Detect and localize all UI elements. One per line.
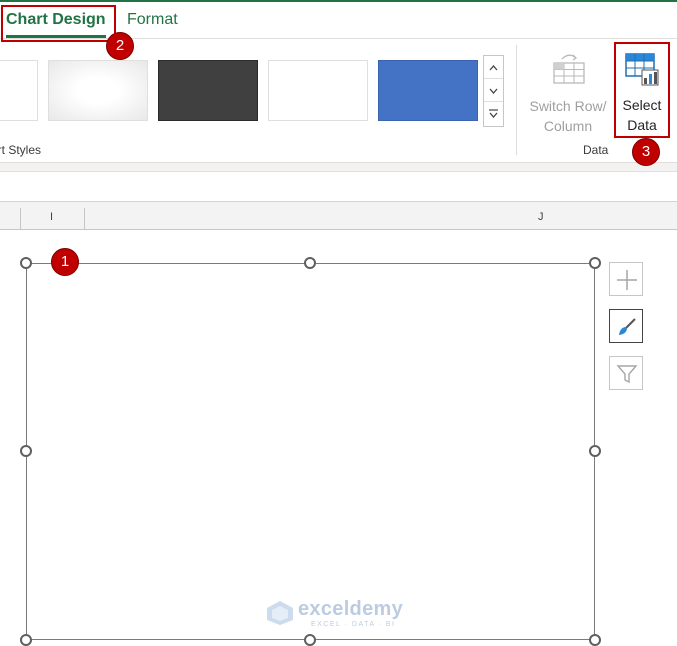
plus-icon <box>617 270 637 290</box>
column-separator[interactable] <box>84 208 85 230</box>
formula-bar[interactable] <box>0 172 677 202</box>
select-data-label-2: Data <box>627 117 657 133</box>
more-dropdown-icon <box>489 109 498 118</box>
step-badge-1: 1 <box>51 248 79 276</box>
resize-handle-bottom-left[interactable] <box>20 634 32 646</box>
resize-handle-left[interactable] <box>20 445 32 457</box>
column-separator[interactable] <box>20 208 21 230</box>
gallery-more-button[interactable] <box>484 102 503 126</box>
brush-icon <box>619 318 636 335</box>
tab-format-label: Format <box>127 11 178 28</box>
step-badge-2: 2 <box>106 32 134 60</box>
chart-elements-button[interactable] <box>609 262 643 296</box>
chart-filters-button[interactable] <box>609 356 643 390</box>
gallery-scroll-up-button[interactable] <box>484 56 503 79</box>
gallery-scroll-down-button[interactable] <box>484 79 503 102</box>
column-headers: I J <box>0 202 677 230</box>
exceldemy-logo-icon <box>267 601 293 625</box>
ribbon-panel: art Styles Switch Row/ Column <box>0 39 677 162</box>
resize-handle-top-right[interactable] <box>589 257 601 269</box>
chart-area[interactable] <box>26 263 595 640</box>
ribbon-bottom-strip <box>0 162 677 172</box>
gallery-scroll <box>483 55 504 127</box>
switch-row-column-button[interactable]: Switch Row/ Column <box>524 45 612 134</box>
resize-handle-top-left[interactable] <box>20 257 32 269</box>
chart-styles-group-label: art Styles <box>0 143 42 157</box>
tab-format[interactable]: Format <box>127 8 178 34</box>
switch-row-column-icon <box>553 54 585 84</box>
chart-style-option-4[interactable] <box>268 60 368 121</box>
chevron-up-icon <box>489 65 498 71</box>
data-group-label: Data <box>583 143 609 157</box>
step-badge-3: 3 <box>632 138 660 166</box>
select-data-icon <box>625 53 659 86</box>
chart-design-tab-highlight <box>1 5 116 42</box>
exceldemy-watermark: exceldemy EXCEL · DATA · BI <box>266 597 416 631</box>
chart-style-option-1[interactable] <box>0 60 38 121</box>
column-header-i[interactable]: I <box>50 211 53 223</box>
resize-handle-bottom-right[interactable] <box>589 634 601 646</box>
filter-icon <box>616 365 638 384</box>
select-data-label-1: Select <box>622 97 662 113</box>
chevron-down-icon <box>489 88 498 94</box>
resize-handle-bottom[interactable] <box>304 634 316 646</box>
chart-style-option-3[interactable] <box>158 60 258 121</box>
column-header-j[interactable]: J <box>538 211 544 223</box>
watermark-name: exceldemy <box>298 598 403 620</box>
ribbon-group-separator <box>516 45 517 155</box>
chart-styles-button[interactable] <box>609 309 643 343</box>
resize-handle-right[interactable] <box>589 445 601 457</box>
select-data-button[interactable]: Select Data <box>614 42 670 138</box>
switch-row-column-label-2: Column <box>543 118 593 134</box>
resize-handle-top[interactable] <box>304 257 316 269</box>
chart-style-option-5[interactable] <box>378 60 478 121</box>
switch-row-column-label-1: Switch Row/ <box>529 98 607 114</box>
watermark-tagline: EXCEL · DATA · BI <box>311 621 396 628</box>
chart-style-option-2[interactable] <box>48 60 148 121</box>
